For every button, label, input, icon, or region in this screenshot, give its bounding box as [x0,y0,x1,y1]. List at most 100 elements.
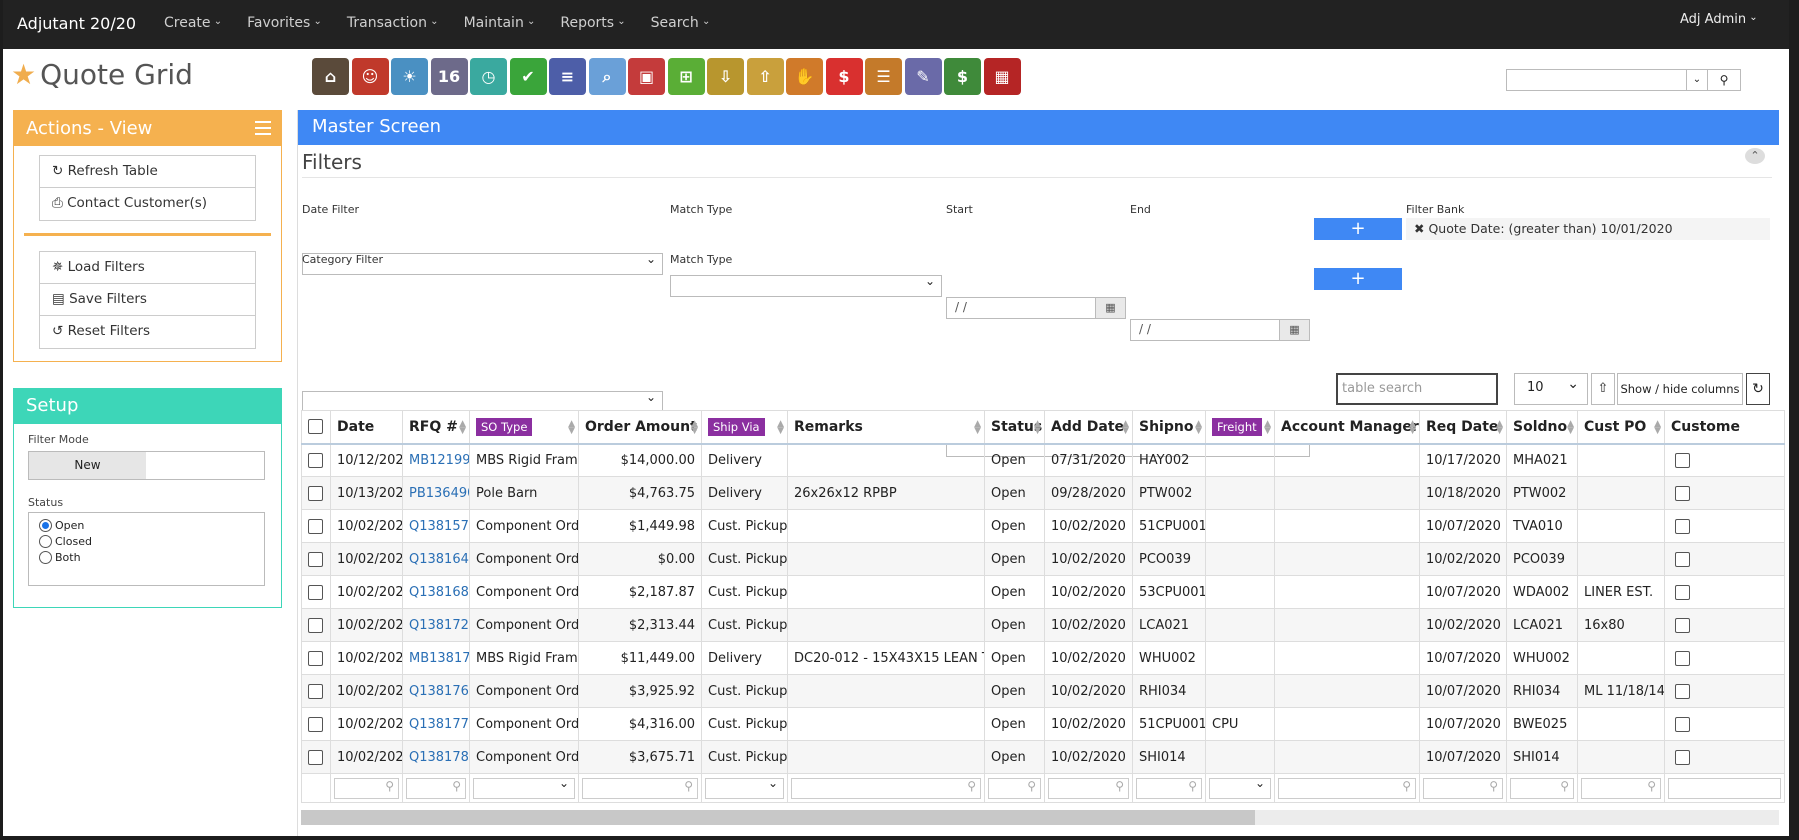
sort-icon[interactable]: ▲ ▼ [777,420,784,436]
cell-rfq[interactable]: Q138172 [402,608,470,642]
filter-mode-toggle[interactable]: New [28,451,265,480]
calculator-icon[interactable]: ≡ [549,58,586,95]
cash-icon[interactable]: $ [944,58,981,95]
menu-reports[interactable]: Reports [560,15,625,31]
hand-money-icon[interactable]: ✋ [786,58,823,95]
add-date-filter-button[interactable]: + [1314,218,1402,240]
checkbox-icon[interactable] [308,584,323,600]
radio-selected-icon[interactable] [39,519,52,532]
cell-rfq[interactable]: Q138157 [402,509,470,543]
scrollbar-thumb[interactable] [301,810,1255,825]
sort-icon[interactable]: ▲ ▼ [1034,420,1041,436]
table-row[interactable]: 10/02/2020Q138172Component Order$2,313.4… [301,608,1785,642]
pencil-icon[interactable]: ✎ [904,58,942,95]
inbox-download-icon[interactable]: ⇩ [707,58,744,95]
cell-customer[interactable] [1664,542,1785,576]
cell-rfq[interactable]: MB121992 [402,443,470,477]
refresh-icon[interactable]: ↻ [1746,373,1770,405]
checkbox-icon[interactable] [308,683,323,699]
col-so-type[interactable]: SO Type ▲ ▼ [469,410,579,445]
status-open-radio[interactable]: Open [39,519,254,532]
notepad-icon[interactable]: ☰ [865,58,902,95]
cell-rfq[interactable]: PB136490 [402,476,470,510]
table-row[interactable]: 10/02/2020Q138157Component Order$1,449.9… [301,509,1785,543]
checkbox-icon[interactable] [308,518,323,534]
table-search-input[interactable]: table search [1336,373,1498,405]
column-filter-input[interactable] [1510,777,1574,799]
row-select-cell[interactable] [301,707,331,741]
reset-filters-button[interactable]: ↺ Reset Filters [40,316,255,348]
table-row[interactable]: 10/02/2020Q138177Component Order$4,316.0… [301,707,1785,741]
sort-icon[interactable]: ▲ ▼ [1409,420,1416,436]
sort-icon[interactable]: ▲ ▼ [974,420,981,436]
table-row[interactable]: 10/02/2020MB138173MBS Rigid Frame$11,449… [301,641,1785,675]
col-add-date[interactable]: Add Date ▲ ▼ [1044,410,1133,445]
column-filter-input[interactable] [1048,777,1129,799]
radio-icon[interactable] [39,551,52,564]
upload-icon[interactable]: ⇧ [1591,373,1615,405]
checkbox-icon[interactable] [1675,584,1690,600]
table-row[interactable]: 10/13/2020PB136490Pole Barn$4,763.75Deli… [301,476,1785,510]
column-filter-input[interactable] [334,777,399,799]
col-soldno[interactable]: Soldno ▲ ▼ [1506,410,1578,445]
table-row[interactable]: 10/02/2020Q138168Component Order$2,187.8… [301,575,1785,609]
end-date-input[interactable]: / / ▦ [1130,319,1310,341]
filter-mode-value[interactable]: New [29,452,146,479]
sort-icon[interactable]: ▲ ▼ [1122,420,1129,436]
global-search-input[interactable] [1506,69,1686,91]
add-category-filter-button[interactable]: + [1314,268,1402,290]
checkbox-icon[interactable] [1675,749,1690,765]
refresh-table-button[interactable]: ↻ Refresh Table [40,156,255,188]
cell-customer[interactable] [1664,608,1785,642]
show-hide-columns-button[interactable]: Show / hide columns [1617,373,1743,405]
col-shipno[interactable]: Shipno ▲ ▼ [1132,410,1206,445]
column-filter-input[interactable] [791,777,981,799]
col-req-date[interactable]: Req Date ▲ ▼ [1419,410,1507,445]
sort-icon[interactable]: ▲ ▼ [691,420,698,436]
contact-customers-button[interactable]: ⎙ Contact Customer(s) [40,188,255,220]
col-remarks[interactable]: Remarks ▲ ▼ [787,410,985,445]
checkbox-icon[interactable] [308,485,323,501]
table-row[interactable]: 10/02/2020Q138178Component Order$3,675.7… [301,740,1785,774]
cell-customer[interactable] [1664,509,1785,543]
checkbox-icon[interactable] [308,452,323,468]
menu-maintain[interactable]: Maintain [464,15,536,31]
sort-icon[interactable]: ▲ ▼ [1496,420,1503,436]
cell-rfq[interactable]: Q138176 [402,674,470,708]
basket-icon[interactable]: ⊞ [667,58,705,95]
col-account-manager[interactable]: Account Manager ▲ ▼ [1274,410,1420,445]
cell-customer[interactable] [1664,575,1785,609]
clock-icon[interactable]: ◷ [470,58,507,95]
cell-rfq[interactable]: Q138178 [402,740,470,774]
checkbox-icon[interactable] [308,716,323,732]
sort-icon[interactable]: ▲ ▼ [568,420,575,436]
checkbox-icon[interactable] [1675,551,1690,567]
status-both-radio[interactable]: Both [39,551,254,564]
user-menu[interactable]: Adj Admin [1680,12,1758,27]
checkbox-icon[interactable] [308,749,323,765]
collapse-chevron-icon[interactable]: ⌃ [1745,148,1765,164]
checkbox-icon[interactable] [1675,716,1690,732]
menu-search[interactable]: Search [651,15,711,31]
star-icon[interactable]: ★ [11,58,36,91]
search-icon[interactable]: ⚲ [1708,69,1741,91]
dollar-chat-icon[interactable]: $ [825,58,863,95]
col-freight[interactable]: Freight ▲ ▼ [1205,410,1275,445]
cell-rfq[interactable]: Q138177 [402,707,470,741]
weather-icon[interactable]: ☀ [391,58,428,95]
column-filter-input[interactable] [1136,777,1202,799]
outbox-upload-icon[interactable]: ⇧ [746,58,784,95]
radio-icon[interactable] [39,535,52,548]
menu-favorites[interactable]: Favorites [247,15,322,31]
column-filter-input[interactable] [1668,777,1781,799]
chevron-down-icon[interactable]: ⌄ [1686,69,1708,91]
person-icon[interactable]: ☺ [351,58,389,95]
magnifier-icon[interactable]: ⌕ [588,58,626,95]
row-select-cell[interactable] [301,641,331,675]
col-ship-via[interactable]: Ship Via ▲ ▼ [701,410,788,445]
horizontal-scrollbar[interactable] [301,810,1779,825]
status-closed-radio[interactable]: Closed [39,535,254,548]
select-all-checkbox[interactable] [301,410,331,445]
sort-icon[interactable]: ▲ ▼ [1195,420,1202,436]
column-filter-input[interactable] [582,777,698,799]
